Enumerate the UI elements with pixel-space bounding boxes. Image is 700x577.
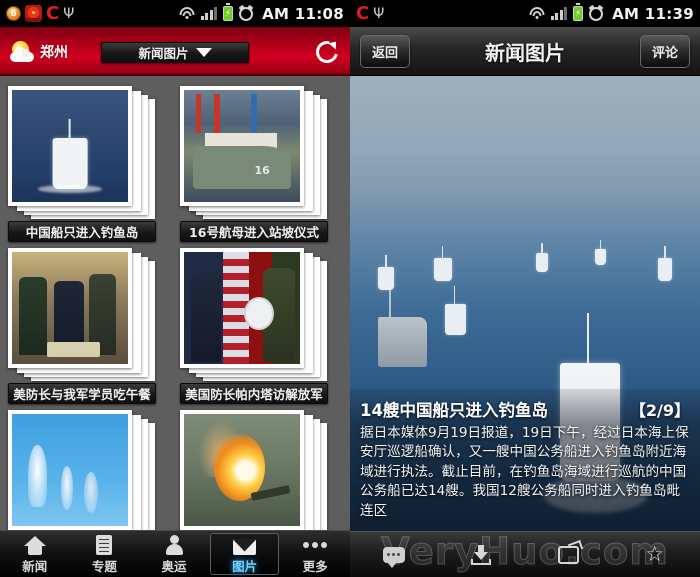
gallery-grid: 中国船只进入钓鱼岛 16 16号航母进入站坡仪式 美防长与我军学员吃午餐 美国防… [8,86,342,530]
download-icon [470,544,492,565]
clock-time: AM 11:08 [262,4,344,23]
gallery-item[interactable]: 美国防长帕内塔访解放军 [180,248,342,404]
thumbnail-image [12,414,128,526]
gallery-item-caption: 美防长与我军学员吃午餐 [8,383,156,404]
photo-viewer[interactable]: 14艘中国船只进入钓鱼岛 【2/9】 据日本媒体9月19日报道，19日下午，经过… [350,76,700,531]
gallery-item[interactable]: 美防长与我军学员吃午餐 [8,248,170,404]
comment-icon [382,546,405,568]
c-logo-icon: C [46,2,60,24]
thumbnail-image: 16 [184,90,300,202]
app-header: 郑州 新闻图片 [0,27,350,76]
viewer-toolbar: VeryHuo.com ☆ [350,530,700,577]
download-action[interactable] [438,544,526,565]
gallery-item-caption: 美国防长帕内塔访解放军 [180,383,328,404]
share-icon [558,539,584,564]
page-title-label: 新闻图片 [138,46,189,61]
refresh-icon[interactable] [311,36,343,67]
left-status-bar: 6 C Ψ AM 11:08 [0,0,350,27]
gallery-item[interactable] [180,410,342,530]
app-swirl-icon [25,5,42,22]
caret-down-icon[interactable] [195,48,212,57]
photo-stack [180,248,328,381]
sun-cloud-icon [10,40,36,63]
signal-icon [550,7,568,20]
tab-more[interactable]: 更多 [280,531,350,577]
status-right-icons: AM 11:39 [529,3,694,23]
left-phone: 6 C Ψ AM 11:08 郑州 新闻图片 [0,0,350,577]
gallery-item-caption: 16号航母进入站坡仪式 [180,221,328,242]
photo-gallery[interactable]: 中国船只进入钓鱼岛 16 16号航母进入站坡仪式 美防长与我军学员吃午餐 美国防… [0,76,350,530]
right-phone: C Ψ AM 11:39 返回 新闻图片 评论 [350,0,700,577]
tab-olympics[interactable]: 奥运 [139,531,209,577]
weather-city[interactable]: 郑州 [10,40,68,63]
photo-description: 据日本媒体9月19日报道，19日下午，经过日本海上保安厅巡逻船确认，又一艘中国公… [360,424,689,519]
tab-topics[interactable]: 专题 [70,531,140,577]
photo-info-overlay: 14艘中国船只进入钓鱼岛 【2/9】 据日本媒体9月19日报道，19日下午，经过… [350,388,700,531]
photo-title: 14艘中国船只进入钓鱼岛 [360,400,548,420]
favorite-action[interactable]: ☆ [613,544,700,565]
favorite-star-icon: ☆ [645,542,665,566]
comment-action[interactable] [350,546,438,568]
envelope-icon [233,534,257,555]
tab-pictures[interactable]: 图片 [209,533,280,575]
tab-label: 专题 [91,558,117,574]
signal-icon [200,7,218,20]
gallery-item[interactable] [8,410,170,530]
thumbnail-image [12,90,128,202]
tab-label: 更多 [302,558,328,574]
clock-time: AM 11:39 [612,4,694,23]
grey-warship [378,289,427,368]
gallery-item[interactable]: 中国船只进入钓鱼岛 [8,86,170,242]
photo-stack [8,248,156,381]
tab-news[interactable]: 新闻 [0,531,70,577]
usb-icon: Ψ [373,5,385,22]
status-left-icons: 6 C Ψ [6,2,75,24]
photo-stack [180,410,328,530]
photo-stack [8,86,156,219]
photo-counter: 【2/9】 [629,400,690,420]
c-logo-icon: C [356,2,370,24]
battery-charging-icon [223,3,234,21]
person-icon [165,534,183,555]
photo-stack: 16 [180,86,328,219]
gallery-item-caption: 中国船只进入钓鱼岛 [8,221,156,242]
comment-button[interactable]: 评论 [639,34,690,68]
home-icon [23,534,46,555]
wifi-icon [529,7,545,20]
battery-charging-icon [573,3,584,21]
city-label: 郑州 [40,44,68,61]
photo-stack [8,410,156,530]
document-icon [96,534,113,555]
more-dots-icon [303,534,328,555]
tab-label: 新闻 [22,558,48,574]
thumbnail-image [184,414,300,526]
ship-hull-number: 16 [254,164,270,178]
back-button[interactable]: 返回 [360,34,411,68]
tab-label: 奥运 [161,558,187,574]
bottom-tab-bar: 新闻 专题 奥运 图片 更多 [0,530,350,577]
usb-icon: Ψ [63,5,75,22]
alarm-icon [589,6,604,21]
gallery-item[interactable]: 16 16号航母进入站坡仪式 [180,86,342,242]
tab-label: 图片 [232,558,258,574]
status-left-icons: C Ψ [356,2,385,24]
thumbnail-image [184,252,300,364]
notification-badge-icon: 6 [6,6,21,21]
thumbnail-image [12,252,128,364]
status-right-icons: AM 11:08 [179,3,344,23]
share-action[interactable] [525,539,613,564]
wifi-icon [179,7,195,20]
alarm-icon [239,6,254,21]
right-status-bar: C Ψ AM 11:39 [350,0,700,27]
viewer-header: 返回 新闻图片 评论 [350,27,700,76]
dual-phone-screenshot: 6 C Ψ AM 11:08 郑州 新闻图片 [0,0,700,577]
